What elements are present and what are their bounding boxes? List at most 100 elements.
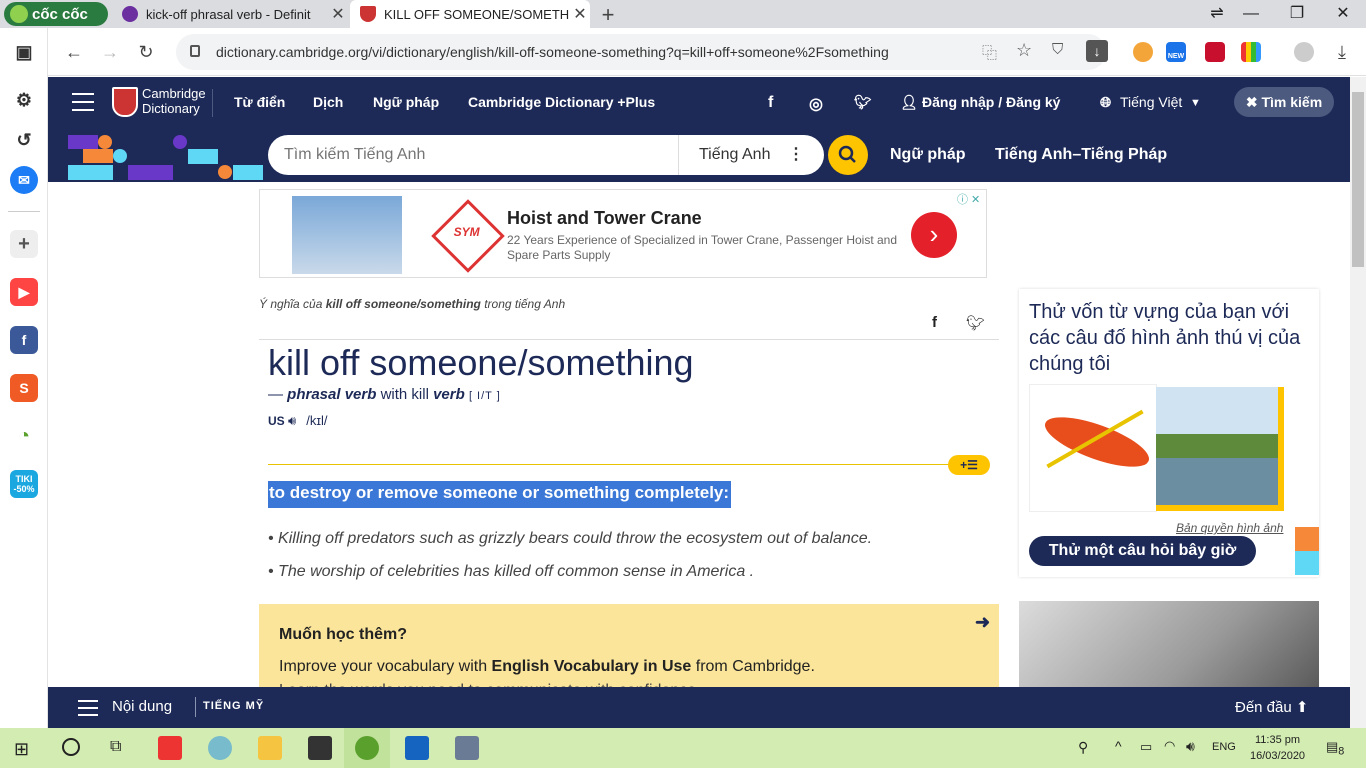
app-icon[interactable] [455, 736, 479, 760]
app-icon[interactable] [158, 736, 182, 760]
back-to-top-link[interactable]: Đến đầu ⬆ [1235, 698, 1308, 716]
quiz-barge-image[interactable] [1156, 387, 1284, 511]
minimize-button[interactable]: — [1228, 0, 1274, 28]
cambridge-favicon-icon [360, 6, 376, 22]
close-icon[interactable]: ✕ [570, 4, 590, 24]
login-link[interactable]: Đăng nhập / Đăng ký [922, 94, 1060, 110]
chevron-down-icon[interactable]: ▼ [1190, 97, 1201, 109]
ad-banner[interactable]: SYM Hoist and Tower Crane 22 Years Exper… [259, 189, 987, 278]
download-page-icon[interactable]: ↓ [1086, 40, 1108, 62]
downloads-icon[interactable]: ⤓ [1328, 38, 1356, 66]
messenger-icon[interactable]: ✉ [10, 166, 38, 194]
battery-icon[interactable]: ▭ [1140, 739, 1152, 755]
link-grammar[interactable]: Ngữ pháp [890, 146, 966, 164]
tab-kill-off[interactable]: KILL OFF SOMEONE/SOMETH ✕ [350, 0, 590, 28]
search-toggle-button[interactable]: ✖ Tìm kiếm [1234, 87, 1334, 117]
windows-start-icon[interactable]: ⊞ [14, 739, 29, 760]
close-window-button[interactable]: ✕ [1320, 0, 1366, 28]
site-logo[interactable]: Cambridge Dictionary [142, 86, 206, 116]
crumb-suffix: trong tiếng Anh [480, 297, 566, 311]
nav-plus[interactable]: Cambridge Dictionary +Plus [468, 94, 655, 110]
pos-verb[interactable]: verb [433, 386, 465, 403]
shopee-icon[interactable]: S [10, 374, 38, 402]
user-icon[interactable]: 👤︎ [900, 94, 918, 111]
add-icon[interactable]: + [10, 230, 38, 258]
sticky-notes-icon[interactable] [308, 736, 332, 760]
file-explorer-icon[interactable] [258, 736, 282, 760]
facebook-icon[interactable]: f [10, 326, 38, 354]
learn-book-link[interactable]: English Vocabulary in Use [492, 658, 692, 675]
audio-icon[interactable]: 🔊︎ [288, 413, 296, 428]
settings-icon[interactable]: ⚙ [10, 86, 38, 114]
extension-icon[interactable] [1241, 42, 1261, 62]
translate-icon[interactable]: ⿻ [982, 42, 997, 63]
menu-icon[interactable] [72, 93, 94, 111]
people-icon[interactable]: ⚲ [1078, 739, 1088, 756]
outlook-icon[interactable] [405, 736, 429, 760]
add-to-list-button[interactable]: +☰ [948, 455, 990, 475]
region-tab[interactable]: TIẾNG MỸ [203, 700, 264, 712]
arrow-right-icon[interactable]: ➜ [975, 612, 990, 633]
image-credit-link[interactable]: Bản quyền hình ảnh [1176, 521, 1283, 535]
task-view-icon[interactable]: ⧉ [110, 738, 121, 756]
cambridge-shield-icon[interactable] [112, 87, 138, 117]
close-icon[interactable]: ✕ [328, 4, 348, 24]
search-button[interactable] [828, 135, 868, 175]
new-badge: NEW [1167, 53, 1185, 60]
volume-icon[interactable]: 🔊︎ [1186, 738, 1195, 755]
search-input[interactable] [284, 137, 684, 173]
bookmark-star-icon[interactable]: ☆ [1016, 40, 1032, 61]
extension-icon[interactable] [1133, 42, 1153, 62]
input-language[interactable]: ENG [1212, 741, 1236, 753]
chevron-up-icon[interactable]: ^ [1115, 738, 1122, 754]
search-circle-icon[interactable] [62, 738, 80, 756]
news-extension-icon[interactable]: NEW [1166, 42, 1186, 62]
page-scrollbar[interactable] [1350, 77, 1366, 728]
shield-icon[interactable]: ⛉ [1052, 41, 1063, 58]
link-english-french[interactable]: Tiếng Anh–Tiếng Pháp [995, 146, 1167, 164]
youtube-icon[interactable]: ▶ [10, 278, 38, 306]
extension-icon[interactable] [1205, 42, 1225, 62]
forward-icon[interactable]: → [96, 38, 124, 66]
language-select[interactable]: Tiếng Việt [1120, 94, 1182, 110]
ad-close-icon[interactable]: ⓘ ✕ [957, 191, 980, 207]
tab-definition[interactable]: kick-off phrasal verb - Definit ✕ [112, 0, 348, 28]
quiz-kayak-image[interactable] [1029, 384, 1157, 512]
search-language-select[interactable]: Tiếng Anh ⋮ [678, 135, 824, 175]
coccoc-taskbar-icon[interactable] [355, 736, 379, 760]
nav-dictionary[interactable]: Từ điển [234, 94, 285, 110]
history-icon[interactable]: ↺ [10, 126, 38, 154]
address-bar[interactable]: dictionary.cambridge.org/vi/dictionary/e… [176, 34, 1108, 70]
clock[interactable]: 11:35 pm 16/03/2020 [1250, 732, 1305, 764]
scrollbar-thumb[interactable] [1352, 92, 1364, 267]
pos-label[interactable]: phrasal verb [287, 386, 376, 403]
panel-icon[interactable]: ▣ [10, 38, 38, 66]
nav-translate[interactable]: Dịch [313, 94, 343, 110]
instagram-icon[interactable]: ◎ [809, 94, 823, 114]
quiz-start-button[interactable]: Thử một câu hỏi bây giờ [1029, 536, 1256, 566]
share-facebook-icon[interactable]: f [932, 314, 937, 331]
promo-photo[interactable] [1019, 601, 1319, 688]
maximize-button[interactable]: ❐ [1274, 0, 1320, 28]
tiki-icon[interactable]: TIKI -50% [10, 470, 38, 498]
browser-logo[interactable]: cốc cốc [4, 2, 108, 26]
coccoc-app-icon[interactable]: ◔ [10, 422, 38, 450]
globe-icon[interactable]: 🌐︎ [1100, 94, 1111, 111]
contents-link[interactable]: Nội dung [112, 698, 172, 715]
back-icon[interactable]: ← [60, 38, 88, 66]
avatar[interactable] [1294, 42, 1314, 62]
ad-arrow-button[interactable]: › [911, 212, 957, 258]
share-twitter-icon[interactable]: 🐦︎ [966, 314, 985, 332]
menu-icon[interactable] [78, 700, 98, 721]
wifi-icon[interactable]: ◠ [1164, 738, 1175, 754]
notifications-icon[interactable]: ▤8 [1326, 739, 1344, 758]
facebook-icon[interactable]: f [768, 94, 773, 112]
nav-grammar[interactable]: Ngữ pháp [373, 94, 439, 110]
ad-title[interactable]: Hoist and Tower Crane [507, 208, 702, 229]
grammar-code[interactable]: [ I/T ] [469, 390, 501, 402]
new-tab-button[interactable]: + [596, 2, 620, 28]
app-icon[interactable] [208, 736, 232, 760]
twitter-icon[interactable]: 🐦︎ [854, 94, 872, 111]
browser-toolbar: ← → ↻ dictionary.cambridge.org/vi/dictio… [48, 28, 1366, 76]
reload-icon[interactable]: ↻ [132, 38, 160, 66]
